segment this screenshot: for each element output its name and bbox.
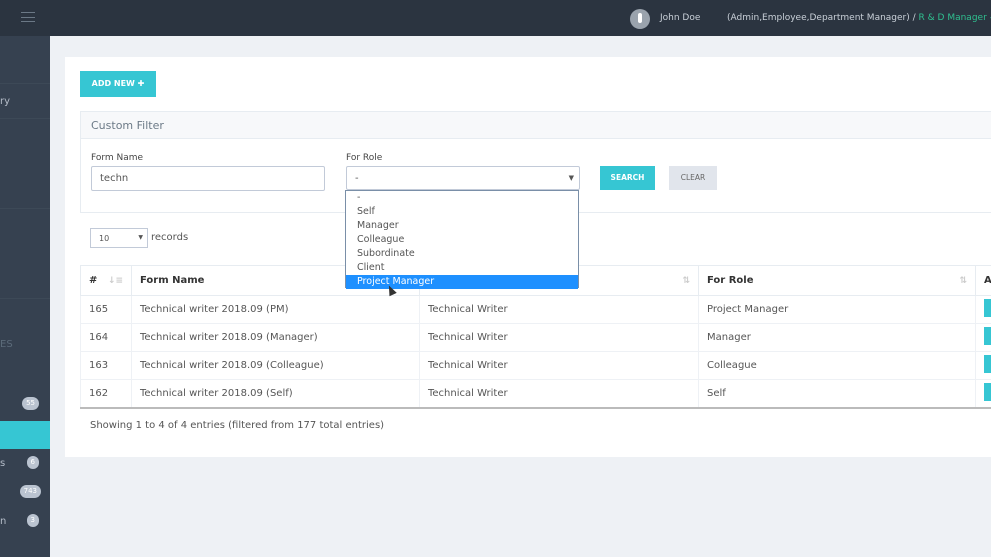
records-value: 10 <box>99 234 110 243</box>
position-text: R & D Manager – C <box>918 13 991 23</box>
cell-actions <box>975 323 991 352</box>
role-option[interactable]: - <box>346 191 578 205</box>
cell-role: Colleague <box>698 351 976 380</box>
col-for-role[interactable]: For Role ⇅ <box>698 265 976 296</box>
sidebar-heading: ES <box>0 339 13 350</box>
header-label: A <box>984 275 991 286</box>
clear-button[interactable]: CLEAR <box>669 166 717 190</box>
role-select[interactable]: - ▼ <box>346 166 580 190</box>
table-row: 165 Technical writer 2018.09 (PM) Technica… <box>80 295 991 324</box>
cell-form-name: Technical writer 2018.09 (Self) <box>131 379 420 409</box>
caret-down-icon: ▼ <box>568 174 574 182</box>
sidebar-badge: 55 <box>22 397 39 410</box>
cell-form-name: Technical writer 2018.09 (Colleague) <box>131 351 420 380</box>
cell-id: 162 <box>80 379 132 409</box>
table-row: 162 Technical writer 2018.09 (Self) Techni… <box>80 379 991 409</box>
user-name[interactable]: John Doe <box>660 13 700 23</box>
role-dropdown-list: - Self Manager Colleague Subordinate Cli… <box>345 190 579 289</box>
user-roles: (Admin,Employee,Department Manager) / R … <box>727 13 991 23</box>
sidebar-item-label[interactable]: n <box>0 516 6 527</box>
sort-icon: ⇅ <box>682 276 690 286</box>
table-row: 163 Technical writer 2018.09 (Colleague) T… <box>80 351 991 380</box>
action-button[interactable] <box>984 382 991 401</box>
cell-form-name: Technical writer 2018.09 (Manager) <box>131 323 420 352</box>
top-bar: John Doe (Admin,Employee,Department Mana… <box>0 0 991 36</box>
records-label: records <box>151 232 189 243</box>
cell-3: Technical Writer <box>419 351 699 380</box>
cell-role: Manager <box>698 323 976 352</box>
records-select[interactable]: 10 ▼ <box>90 228 148 248</box>
cell-3: Technical Writer <box>419 295 699 324</box>
sidebar-badge: 6 <box>26 456 39 469</box>
cell-id: 165 <box>80 295 132 324</box>
form-name-label: Form Name <box>91 153 144 163</box>
cell-role: Self <box>698 379 976 409</box>
cell-actions <box>975 295 991 324</box>
table-row: 164 Technical writer 2018.09 (Manager) Tec… <box>80 323 991 352</box>
cell-3: Technical Writer <box>419 323 699 352</box>
roles-text: (Admin,Employee,Department Manager) / <box>727 13 916 23</box>
menu-icon[interactable] <box>21 12 35 22</box>
sidebar-item-label: ry <box>0 96 11 107</box>
search-button[interactable]: SEARCH <box>600 166 655 190</box>
form-name-input[interactable]: techn <box>91 166 325 191</box>
role-select-value: - <box>355 173 359 184</box>
sidebar: ry ES 55 s 6 743 n 3 <box>0 36 50 557</box>
role-option[interactable]: Client <box>346 261 578 275</box>
action-button[interactable] <box>984 299 991 317</box>
cell-id: 163 <box>80 351 132 380</box>
sidebar-item-active[interactable] <box>0 421 50 449</box>
cell-role: Project Manager <box>698 295 976 324</box>
cell-actions <box>975 379 991 409</box>
sidebar-item-label[interactable]: s <box>0 458 5 469</box>
role-option[interactable]: Colleague <box>346 233 578 247</box>
sort-desc-icon: ↓≡ <box>107 276 123 286</box>
sidebar-item[interactable] <box>0 36 50 84</box>
cell-form-name: Technical writer 2018.09 (PM) <box>131 295 420 324</box>
role-option[interactable]: Subordinate <box>346 247 578 261</box>
add-new-button[interactable]: ADD NEW ✚ <box>80 71 156 97</box>
table-info: Showing 1 to 4 of 4 entries (filtered fr… <box>90 420 385 431</box>
sort-icon: ⇅ <box>959 276 967 286</box>
avatar[interactable] <box>630 9 650 29</box>
col-actions: A <box>975 265 991 296</box>
filter-title: Custom Filter <box>81 112 991 139</box>
role-option-highlighted[interactable]: Project Manager <box>346 275 578 289</box>
cell-id: 164 <box>80 323 132 352</box>
action-button[interactable] <box>984 355 991 373</box>
cell-actions <box>975 351 991 380</box>
role-option[interactable]: Self <box>346 205 578 219</box>
header-label: For Role <box>707 275 754 286</box>
sidebar-item[interactable] <box>0 209 50 299</box>
sidebar-badge: 3 <box>26 514 39 527</box>
action-button[interactable] <box>984 327 991 345</box>
sidebar-item[interactable]: ry <box>0 84 50 119</box>
role-label: For Role <box>346 153 383 163</box>
header-label: # <box>89 275 98 286</box>
col-id[interactable]: # ↓≡ <box>80 265 132 296</box>
caret-down-icon: ▼ <box>138 234 143 241</box>
cell-3: Technical Writer <box>419 379 699 409</box>
sidebar-item[interactable] <box>0 119 50 209</box>
role-option[interactable]: Manager <box>346 219 578 233</box>
sidebar-badge: 743 <box>19 485 41 498</box>
header-label: Form Name <box>140 275 205 286</box>
